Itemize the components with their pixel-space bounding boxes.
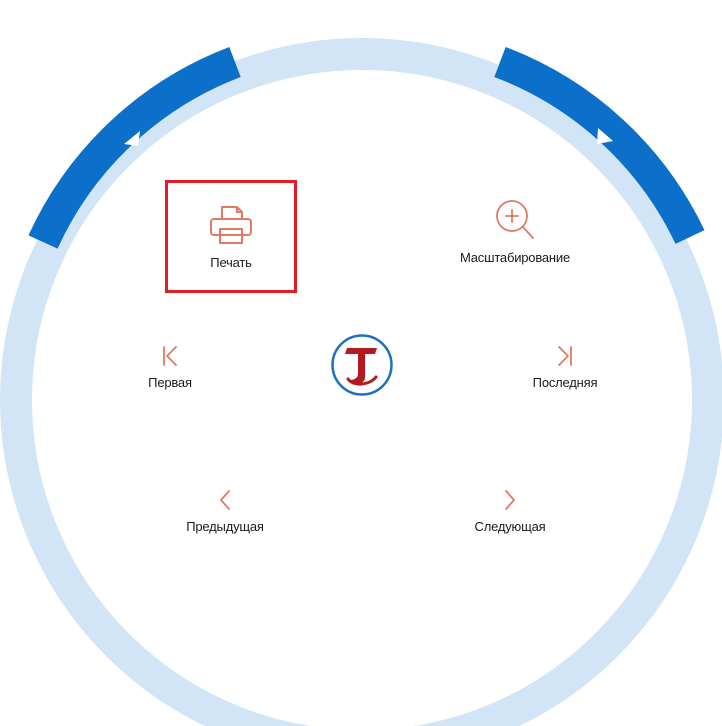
- chevron-right-icon: [505, 490, 515, 510]
- previous-page-label: Предыдущая: [186, 519, 264, 534]
- last-page-icon: [558, 346, 572, 366]
- chevron-left-icon: [220, 490, 230, 510]
- last-page-button[interactable]: Последняя: [505, 343, 625, 390]
- first-page-icon: [163, 346, 177, 366]
- print-label: Печать: [210, 255, 252, 270]
- previous-page-button[interactable]: Предыдущая: [155, 487, 295, 534]
- next-page-label: Следующая: [474, 519, 546, 534]
- zoom-in-icon: [496, 200, 534, 239]
- printer-icon: [210, 206, 252, 244]
- zoom-button[interactable]: Масштабирование: [440, 196, 590, 265]
- last-page-label: Последняя: [532, 375, 598, 390]
- app-logo: [331, 334, 393, 396]
- next-page-button[interactable]: Следующая: [440, 487, 580, 534]
- first-page-button[interactable]: Первая: [120, 343, 220, 390]
- print-button[interactable]: Печать: [165, 180, 297, 293]
- zoom-label: Масштабирование: [459, 250, 570, 265]
- first-page-label: Первая: [148, 375, 192, 390]
